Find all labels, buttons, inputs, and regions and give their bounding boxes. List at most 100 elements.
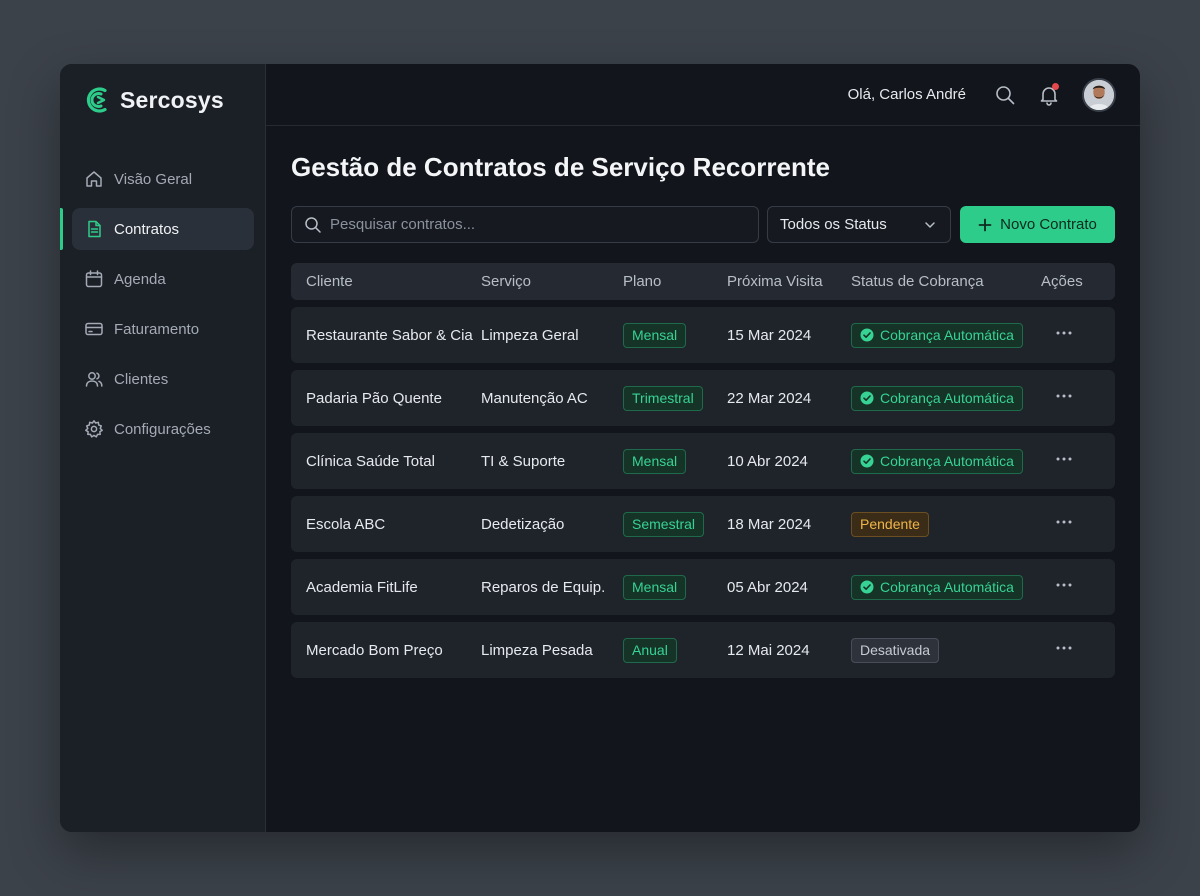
cell-proxima-visita: 12 Mai 2024 (727, 641, 810, 659)
table-row[interactable]: Restaurante Sabor & Cia Limpeza Geral Me… (291, 307, 1115, 363)
status-label: Cobrança Automática (880, 579, 1014, 595)
more-actions-icon[interactable] (1052, 449, 1076, 469)
cell-cliente: Escola ABC (306, 515, 386, 533)
avatar[interactable] (1082, 77, 1116, 112)
more-actions-icon[interactable] (1052, 638, 1076, 658)
app-window: Sercosys Visão Geral Contratos Agenda Fa… (60, 64, 1140, 832)
users-icon (85, 372, 103, 387)
status-badge: Cobrança Automática (851, 448, 1023, 474)
cell-cliente: Clínica Saúde Total (306, 452, 435, 470)
table-row[interactable]: Padaria Pão Quente Manutenção AC Trimest… (291, 370, 1115, 426)
status-filter-value: Todos os Status (780, 216, 887, 233)
status-badge: Cobrança Automática (851, 322, 1023, 348)
cell-proxima-visita: 05 Abr 2024 (727, 578, 808, 596)
status-filter-dropdown[interactable]: Todos os Status (767, 206, 951, 243)
sidebar-item-visao-geral[interactable]: Visão Geral (72, 158, 254, 200)
table-row[interactable]: Academia FitLife Reparos de Equip. Mensa… (291, 559, 1115, 615)
cell-plano: Mensal (623, 574, 727, 600)
cell-plano: Anual (623, 637, 727, 663)
cell-acoes (1041, 512, 1115, 536)
brand-name: Sercosys (120, 86, 224, 113)
sidebar-item-label: Configurações (114, 420, 211, 438)
sidebar-item-label: Contratos (114, 220, 180, 238)
cell-servico: Dedetização (481, 515, 565, 533)
brand[interactable]: Sercosys (84, 84, 224, 116)
cell-servico: Manutenção AC (481, 389, 588, 407)
status-badge: Desativada (851, 637, 940, 663)
cell-status: Pendente (851, 511, 1041, 537)
search-icon[interactable] (994, 84, 1016, 106)
cell-proxima-visita: 22 Mar 2024 (727, 389, 812, 407)
search-input[interactable] (330, 216, 730, 233)
column-header-plano[interactable]: Plano (623, 273, 727, 290)
main-content: Olá, Carlos André Gestão de Contratos de… (266, 64, 1140, 832)
sidebar-item-agenda[interactable]: Agenda (72, 258, 254, 300)
column-header-status[interactable]: Status de Cobrança (851, 273, 1041, 290)
more-actions-icon[interactable] (1052, 386, 1076, 406)
cell-plano: Semestral (623, 511, 727, 537)
table-row[interactable]: Clínica Saúde Total TI & Suporte Mensal … (291, 433, 1115, 489)
sidebar-item-label: Visão Geral (114, 170, 193, 188)
calendar-icon (85, 270, 103, 288)
plan-badge: Anual (623, 637, 677, 663)
table-row[interactable]: Mercado Bom Preço Limpeza Pesada Anual 1… (291, 622, 1115, 678)
cell-status: Cobrança Automática (851, 574, 1041, 600)
cell-plano: Mensal (623, 322, 727, 348)
plan-badge: Mensal (623, 448, 687, 474)
sidebar-item-label: Clientes (114, 370, 169, 388)
cell-cliente: Padaria Pão Quente (306, 389, 442, 407)
column-header-cliente[interactable]: Cliente (291, 273, 481, 290)
cell-acoes (1041, 386, 1115, 410)
status-badge: Cobrança Automática (851, 574, 1023, 600)
credit-card-icon (85, 322, 103, 336)
user-greeting: Olá, Carlos André (847, 86, 966, 103)
cell-status: Cobrança Automática (851, 385, 1041, 411)
sidebar-item-contratos[interactable]: Contratos (60, 208, 254, 250)
gear-icon (85, 420, 103, 438)
status-label: Cobrança Automática (880, 453, 1014, 469)
sidebar-item-faturamento[interactable]: Faturamento (72, 308, 254, 350)
notifications-button[interactable] (1038, 82, 1060, 106)
status-label: Cobrança Automática (880, 327, 1014, 343)
cell-plano: Mensal (623, 448, 727, 474)
cell-proxima-visita: 10 Abr 2024 (727, 452, 808, 470)
plan-badge: Semestral (623, 511, 705, 537)
user-avatar-icon (1084, 79, 1114, 110)
more-actions-icon[interactable] (1052, 575, 1076, 595)
more-actions-icon[interactable] (1052, 512, 1076, 532)
plan-badge: Mensal (623, 574, 687, 600)
new-contract-button[interactable]: Novo Contrato (960, 206, 1115, 243)
column-header-acoes: Ações (1041, 273, 1083, 290)
cell-acoes (1041, 638, 1115, 662)
cell-proxima-visita: 18 Mar 2024 (727, 515, 812, 533)
cell-servico: TI & Suporte (481, 452, 566, 470)
cell-cliente: Academia FitLife (306, 578, 418, 596)
toolbar: Todos os Status Novo Contrato (291, 206, 1115, 243)
cell-status: Cobrança Automática (851, 448, 1041, 474)
sidebar-item-configuracoes[interactable]: Configurações (72, 408, 254, 450)
search-icon (305, 216, 321, 233)
notification-dot (1052, 82, 1059, 90)
check-circle-icon (860, 328, 874, 342)
status-label: Cobrança Automática (880, 390, 1014, 406)
more-actions-icon[interactable] (1052, 323, 1076, 343)
sidebar-item-label: Agenda (114, 270, 166, 288)
brand-logo-icon (86, 87, 107, 113)
status-badge: Pendente (851, 511, 929, 537)
column-header-proxima-visita[interactable]: Próxima Visita (727, 273, 851, 290)
plan-badge: Trimestral (623, 385, 703, 411)
page-title: Gestão de Contratos de Serviço Recorrent… (291, 152, 830, 182)
search-box[interactable] (291, 206, 759, 243)
column-header-servico[interactable]: Serviço (481, 273, 623, 290)
table-row[interactable]: Escola ABC Dedetização Semestral 18 Mar … (291, 496, 1115, 552)
status-badge: Cobrança Automática (851, 385, 1023, 411)
check-circle-icon (860, 391, 874, 405)
check-circle-icon (860, 454, 874, 468)
document-icon (88, 220, 101, 238)
cell-acoes (1041, 575, 1115, 599)
cell-servico: Limpeza Pesada (481, 641, 593, 659)
cell-status: Cobrança Automática (851, 322, 1041, 348)
cell-plano: Trimestral (623, 385, 727, 411)
top-bar: Olá, Carlos André (266, 64, 1140, 126)
sidebar-item-clientes[interactable]: Clientes (72, 358, 254, 400)
